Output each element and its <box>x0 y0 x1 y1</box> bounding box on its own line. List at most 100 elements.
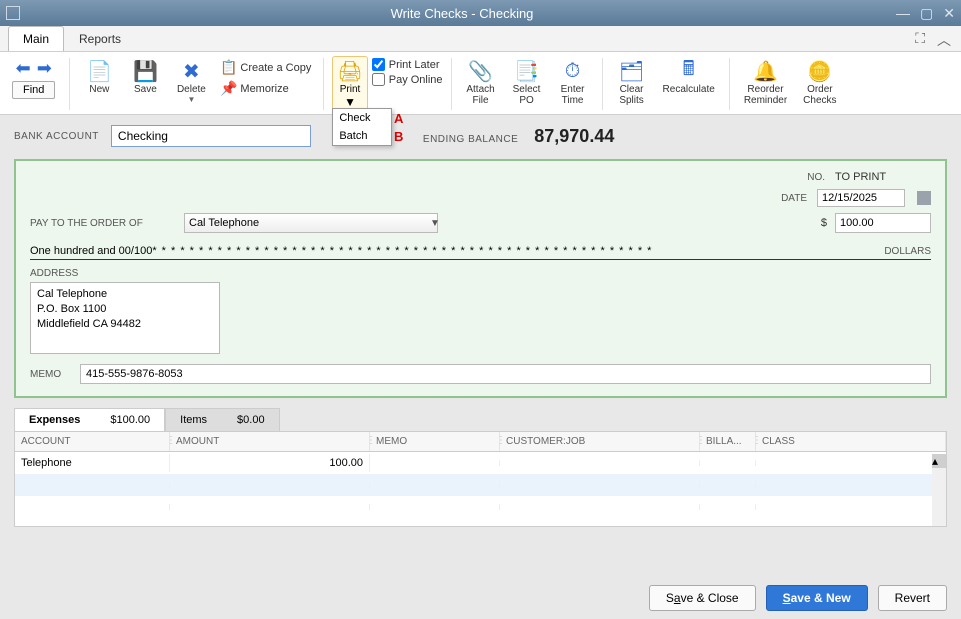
print-menu-check[interactable]: Check A <box>333 109 391 127</box>
check-no-label: NO. <box>789 172 825 183</box>
split-tabs: Expenses $100.00 Items $0.00 <box>14 408 947 431</box>
cell-account[interactable]: Telephone <box>15 454 170 472</box>
print-button[interactable]: 🖨 Print ▼ <box>332 56 367 112</box>
table-row[interactable] <box>15 474 946 496</box>
new-icon: 📄 <box>87 59 112 83</box>
check-date-input[interactable] <box>817 189 905 207</box>
attach-file-button[interactable]: 📎 Attach File <box>460 56 502 108</box>
reorder-reminder-button[interactable]: 🔔 Reorder Reminder <box>738 56 793 108</box>
find-button[interactable]: Find <box>12 81 55 99</box>
revert-button[interactable]: Revert <box>878 585 947 611</box>
col-billable[interactable]: BILLA... <box>700 432 756 451</box>
vertical-scrollbar[interactable]: ▴ <box>932 454 946 526</box>
collapse-ribbon-icon[interactable]: ︿ <box>937 30 951 50</box>
delete-icon: ✖ <box>183 59 200 83</box>
cell-class[interactable] <box>756 460 946 466</box>
save-new-button[interactable]: Save & New <box>766 585 868 611</box>
bank-account-input[interactable] <box>111 125 311 147</box>
items-tab[interactable]: Items $0.00 <box>165 408 279 431</box>
delete-button[interactable]: ✖ Delete ▼ <box>170 56 212 106</box>
cell-amount[interactable]: 100.00 <box>170 454 370 472</box>
ribbon-tabstrip: Main Reports ⛶ ︿ <box>0 26 961 52</box>
clear-splits-button[interactable]: 🗂 Clear Splits <box>611 56 653 108</box>
col-customer[interactable]: CUSTOMER:JOB <box>500 432 700 451</box>
cell-customer[interactable] <box>500 460 700 466</box>
pay-online-input[interactable] <box>372 73 385 86</box>
dollars-label: DOLLARS <box>884 246 931 257</box>
chevron-down-icon: ▼ <box>344 95 356 109</box>
col-class[interactable]: CLASS <box>756 432 946 451</box>
ending-balance-value: 87,970.44 <box>534 126 614 147</box>
title-bar: Write Checks - Checking — ▢ ✕ <box>0 0 961 26</box>
bank-account-label: BANK ACCOUNT <box>14 131 99 142</box>
memorize-button[interactable]: 📌 Memorize <box>216 79 315 98</box>
bottom-button-bar: Save & Close Save & New Revert <box>649 585 947 611</box>
prev-arrow-icon[interactable]: ⬅ <box>16 58 31 79</box>
payto-chevron-down-icon[interactable]: ▼ <box>430 218 440 229</box>
create-copy-button[interactable]: 📋 Create a Copy <box>216 58 315 77</box>
ending-balance-label: ENDING BALANCE <box>423 134 518 145</box>
address-label: ADDRESS <box>30 268 931 279</box>
new-button[interactable]: 📄 New <box>78 56 120 97</box>
order-checks-button[interactable]: 🪙 Order Checks <box>797 56 842 108</box>
table-row[interactable] <box>15 496 946 518</box>
chevron-down-icon: ▼ <box>187 95 195 104</box>
print-later-checkbox[interactable]: Print Later <box>372 58 443 71</box>
window-title: Write Checks - Checking <box>28 6 896 21</box>
col-account[interactable]: ACCOUNT <box>15 432 170 451</box>
pay-to-label: PAY TO THE ORDER OF <box>30 218 174 229</box>
print-menu-batch[interactable]: Batch B <box>333 127 391 145</box>
bank-account-row: BANK ACCOUNT ENDING BALANCE 87,970.44 <box>0 115 961 155</box>
annotation-a: A <box>394 111 403 126</box>
order-checks-icon: 🪙 <box>807 59 832 83</box>
select-po-button[interactable]: 📑 Select PO <box>506 56 548 108</box>
table-row[interactable]: Telephone 100.00 <box>15 452 946 474</box>
tab-reports[interactable]: Reports <box>64 26 136 51</box>
expenses-grid: ACCOUNT AMOUNT MEMO CUSTOMER:JOB BILLA..… <box>14 431 947 527</box>
maximize-button[interactable]: ▢ <box>920 5 933 22</box>
cell-billable[interactable] <box>700 460 756 466</box>
minimize-button[interactable]: — <box>896 5 910 22</box>
memo-input[interactable] <box>80 364 931 384</box>
next-arrow-icon[interactable]: ➡ <box>37 58 52 79</box>
pay-online-checkbox[interactable]: Pay Online <box>372 73 443 86</box>
paperclip-icon: 📎 <box>468 59 493 83</box>
amount-words-line: One hundred and 00/100 * * * * * * * * *… <box>30 243 931 260</box>
save-close-button[interactable]: Save & Close <box>649 585 756 611</box>
close-button[interactable]: ✕ <box>943 5 955 22</box>
col-memo[interactable]: MEMO <box>370 432 500 451</box>
check-panel: NO. TO PRINT DATE PAY TO THE ORDER OF ▼ … <box>14 159 947 398</box>
toolbar: ⬅ ➡ Find 📄 New 💾 Save ✖ Delete ▼ 📋 Creat… <box>0 52 961 115</box>
tab-main[interactable]: Main <box>8 26 64 51</box>
memorize-icon: 📌 <box>220 80 236 97</box>
amount-words-filler: * * * * * * * * * * * * * * * * * * * * … <box>152 245 880 257</box>
select-po-icon: 📑 <box>514 59 539 83</box>
col-amount[interactable]: AMOUNT <box>170 432 370 451</box>
print-dropdown-menu: Check A Batch B <box>332 108 392 146</box>
print-later-input[interactable] <box>372 58 385 71</box>
system-menu-icon[interactable] <box>6 6 20 20</box>
scroll-up-icon[interactable]: ▴ <box>932 454 946 468</box>
dollar-sign: $ <box>821 217 827 229</box>
save-button[interactable]: 💾 Save <box>124 56 166 97</box>
clock-icon: ⏱ <box>565 59 581 83</box>
check-no-value: TO PRINT <box>835 171 931 183</box>
pay-to-input[interactable] <box>184 213 438 233</box>
clear-splits-icon: 🗂 <box>619 59 644 83</box>
address-textarea[interactable]: Cal Telephone P.O. Box 1100 Middlefield … <box>30 282 220 354</box>
amount-words-text: One hundred and 00/100 <box>30 245 152 257</box>
calculator-icon: 🖩 <box>683 59 695 83</box>
expenses-tab[interactable]: Expenses $100.00 <box>14 408 165 431</box>
recalculate-button[interactable]: 🖩 Recalculate <box>657 56 721 97</box>
enter-time-button[interactable]: ⏱ Enter Time <box>552 56 594 108</box>
save-icon: 💾 <box>133 59 158 83</box>
amount-input[interactable] <box>835 213 931 233</box>
reorder-reminder-icon: 🔔 <box>753 59 778 83</box>
copy-icon: 📋 <box>220 59 236 76</box>
grid-body[interactable]: Telephone 100.00 <box>15 452 946 526</box>
memo-label: MEMO <box>30 369 70 380</box>
calendar-icon[interactable] <box>917 191 931 205</box>
print-icon: 🖨 <box>337 59 362 84</box>
fullscreen-icon[interactable]: ⛶ <box>915 30 925 50</box>
cell-memo[interactable] <box>370 460 500 466</box>
